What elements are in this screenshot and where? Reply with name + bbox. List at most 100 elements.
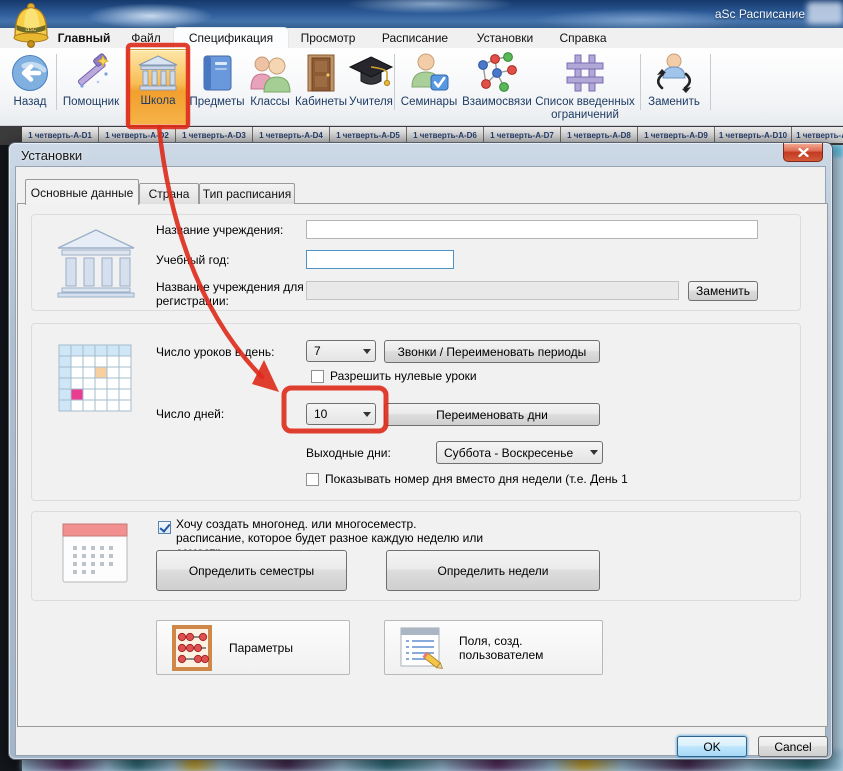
custom-fields-icon [397,625,445,671]
toolbar-item-label: Кабинеты [294,96,348,109]
cancel-button[interactable]: Cancel [758,736,828,757]
day-number-checkbox[interactable] [306,473,319,486]
door-icon [294,50,348,96]
tab-basic-data[interactable]: Основные данные [25,179,139,205]
toolbar-item-label: Классы [246,96,294,109]
magic-wand-icon [58,50,124,96]
toolbar-item-subjects[interactable]: Предметы [188,50,246,109]
toolbar-separator [640,54,641,110]
ribbon-tab-bar: Главный Файл Спецификация Просмотр Распи… [0,28,843,48]
menu-tab-spravka[interactable]: Справка [552,28,614,48]
tab-schedule-type[interactable]: Тип расписания [199,183,295,204]
toolbar-separator [394,54,395,110]
abacus-icon [171,624,213,672]
institution-input[interactable] [306,220,758,239]
lessons-per-day-label: Число уроков в день: [156,345,274,359]
bells-rename-periods-button[interactable]: Звонки / Переименовать периоды [384,340,600,363]
rename-days-button[interactable]: Переименовать дни [384,403,600,426]
ok-button[interactable]: OK [677,736,747,757]
toolbar-separator [710,54,711,110]
app-logo-bell-icon: asc [5,1,57,55]
weekend-select[interactable]: Суббота - Воскресенье [436,441,603,464]
days-count-select[interactable]: 10 [306,403,376,425]
timetable-header-cell: 1 четверть-А-D4 [253,127,330,143]
grid-constraints-icon [533,50,637,96]
app-window: aSc Расписание asc Главный Файл Специфик… [0,0,843,771]
multiweek-checkbox[interactable] [158,521,171,534]
days-count-value: 10 [314,407,327,421]
toolbar-item-seminars[interactable]: Семинары [398,50,460,109]
timetable-header-cell: 1 четверть-А-D3 [176,127,253,143]
window-title: aSc Расписание [715,7,805,21]
toolbar-item-label: Назад [6,96,54,109]
svg-text:asc: asc [26,26,37,33]
timetable-header-cell: 1 четверть-А-D8 [561,127,638,143]
menu-tab-fajl[interactable]: Файл [124,28,168,48]
settings-dialog: Установки Основные данные Страна Тип рас… [8,142,833,760]
weekend-label: Выходные дни: [306,446,391,460]
days-count-label: Число дней: [156,407,224,421]
toolbar-item-replace[interactable]: Заменить [644,50,704,109]
day-number-label[interactable]: Показывать номер дня вместо дня недели (… [325,472,628,486]
parameters-button-label: Параметры [229,641,293,655]
replace-button[interactable]: Заменить [688,281,758,301]
back-icon [6,50,54,96]
toolbar-item-label: Семинары [398,96,460,109]
dialog-close-button[interactable] [783,143,823,162]
toolbar-item-school[interactable]: Школа [127,49,189,126]
custom-fields-button-label: Поля, созд. пользователем [459,634,602,662]
lessons-per-day-select[interactable]: 7 [306,340,376,362]
timetable-header-cell: 1 четверть-А-D11 [792,127,843,143]
year-input[interactable] [306,250,454,269]
close-icon [798,148,809,157]
graduation-cap-icon [348,50,394,96]
registration-input[interactable] [306,281,679,300]
toolbar-item-label: Помощник [58,96,124,109]
registration-label: Название учреждения для регистрации: [156,280,306,308]
toolbar-item-teachers[interactable]: Учителя [348,50,394,109]
define-terms-button[interactable]: Определить семестры [156,550,347,591]
toolbar-item-relations[interactable]: Взаимосвязи [460,50,534,109]
toolbar-separator [56,54,57,110]
chevron-down-icon [358,341,375,361]
timetable-header-cell: 1 четверть-А-D6 [407,127,484,143]
zero-lessons-label[interactable]: Разрешить нулевые уроки [330,369,477,383]
lessons-per-day-value: 7 [314,344,321,358]
bank-building-icon [54,227,138,304]
institution-label: Название учреждения: [156,223,283,237]
weekend-value: Суббота - Воскресенье [444,446,573,460]
dialog-title: Установки [21,148,82,163]
two-people-icon [246,50,294,96]
menu-tab-prosmotr[interactable]: Просмотр [292,28,364,48]
toolbar-item-label: Предметы [188,96,246,109]
chevron-down-icon [358,404,375,424]
timetable-header-cell: 1 четверть-А-D9 [638,127,715,143]
toolbar-item-classes[interactable]: Классы [246,50,294,109]
toolbar-item-label: Взаимосвязи [460,96,534,109]
timetable-header-cell: 1 четверть-А-D1 [22,127,99,143]
molecule-graph-icon [460,50,534,96]
menu-tab-ustanovki[interactable]: Установки [468,28,542,48]
swap-person-icon [644,50,704,96]
toolbar-item-label: Школа [128,95,188,108]
book-icon [188,50,246,96]
zero-lessons-checkbox[interactable] [311,370,324,383]
toolbar-item-assistant[interactable]: Помощник [58,50,124,109]
toolbar-item-label: Список введенных ограничений [533,96,637,122]
chevron-down-icon [585,442,602,463]
menu-tab-raspisanie[interactable]: Расписание [376,28,454,48]
tab-country[interactable]: Страна [139,183,199,204]
menu-tab-glavnyj[interactable]: Главный [50,28,118,48]
toolbar-item-back[interactable]: Назад [6,50,54,109]
define-weeks-button[interactable]: Определить недели [386,550,600,591]
custom-fields-button[interactable]: Поля, созд. пользователем [384,620,603,675]
toolbar-item-constraints-list[interactable]: Список введенных ограничений [533,50,637,122]
timetable-header-cell: 1 четверть-А-D2 [99,127,176,143]
menu-tab-specifikaciya[interactable]: Спецификация [174,28,288,48]
parameters-button[interactable]: Параметры [156,620,350,675]
timetable-header-cell: 1 четверть-А-D5 [330,127,407,143]
toolbar-item-label: Заменить [644,96,704,109]
calendar-icon [61,522,131,591]
timetable-grid-icon [57,343,133,418]
toolbar-item-classrooms[interactable]: Кабинеты [294,50,348,109]
